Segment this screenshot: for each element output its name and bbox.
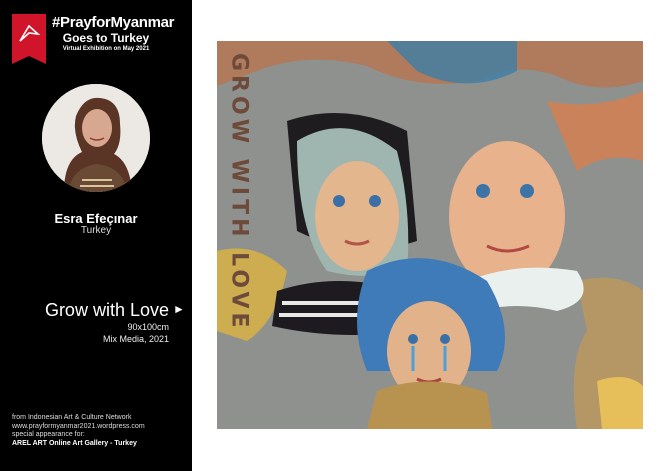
painting-illustration: GROW WITH LOVE	[217, 41, 643, 429]
credit-website: www.prayformyanmar2021.wordpress.com	[12, 422, 145, 430]
credit-gallery: AREL ART Online Art Gallery - Turkey	[12, 439, 137, 447]
artwork-title: Grow with Love	[44, 300, 169, 320]
exhibition-title-line2: Goes to Turkey	[62, 31, 150, 45]
credit-label: special appearance for:	[12, 431, 85, 438]
artist-country: Turkey	[80, 225, 112, 236]
credits-footer: from Indonesian Art & Culture Network ww…	[12, 414, 145, 448]
info-sidebar: #PrayforMyanmar Goes to Turkey Virtual E…	[0, 0, 192, 471]
artwork-medium: Mix Media, 2021	[102, 334, 169, 344]
artwork-painting: GROW WITH LOVE	[217, 41, 643, 429]
artist-name: Esra Efeçınar	[54, 211, 138, 226]
play-icon[interactable]: ►	[173, 302, 185, 316]
credit-network: from Indonesian Art & Culture Network	[12, 414, 132, 421]
artwork-size: 90x100cm	[127, 322, 169, 332]
exhibition-title: #PrayforMyanmar	[52, 14, 175, 31]
exhibition-subtitle: Virtual Exhibition on May 2021	[62, 46, 150, 52]
painting-inscription: GROW WITH LOVE	[227, 53, 252, 332]
brand-logo-icon	[12, 14, 46, 64]
artist-avatar	[42, 84, 150, 192]
